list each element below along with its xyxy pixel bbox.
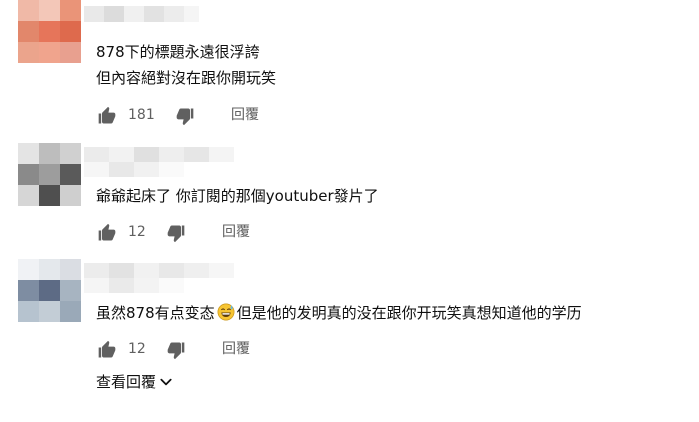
view-replies-label: 查看回覆 [96,373,157,391]
comment-text-before-emoji: 虽然878有点变态 [96,304,215,322]
author-name[interactable] [84,263,234,293]
comment-text-after-emoji: 但是他的发明真的没在跟你开玩笑真想知道他的学历 [236,304,582,322]
comment-text-line-1: 878下的標題永遠很浮誇 [96,43,260,61]
avatar[interactable] [18,0,82,63]
comment-text-line-1: 爺爺起床了 你訂閱的那個youtuber發片了 [96,187,379,205]
avatar[interactable] [18,259,82,322]
thumbs-up-icon[interactable] [97,106,117,126]
comment-text-line-2: 但內容絕對沒在跟你開玩笑 [96,69,277,87]
like-count: 181 [128,107,155,123]
thumbs-up-icon[interactable] [97,340,117,360]
like-count: 12 [128,341,146,357]
thumbs-down-icon[interactable] [175,106,195,126]
thumbs-down-icon[interactable] [166,340,186,360]
avatar[interactable] [18,143,82,206]
author-name[interactable] [84,6,199,22]
author-name[interactable] [84,147,234,177]
view-replies-button[interactable]: 查看回覆 [96,371,173,393]
thumbs-up-icon[interactable] [97,223,117,243]
chevron-down-icon [160,378,172,386]
like-count: 12 [128,224,146,240]
grinning-sweat-face-icon [217,303,235,321]
comment-text-line-1: 虽然878有点变态 但是他的发明真的没在跟你开玩笑真想知道他的学历 [96,302,582,324]
thumbs-down-icon[interactable] [166,223,186,243]
reply-button[interactable]: 回覆 [222,339,250,359]
reply-button[interactable]: 回覆 [231,105,259,125]
reply-button[interactable]: 回覆 [222,222,250,242]
